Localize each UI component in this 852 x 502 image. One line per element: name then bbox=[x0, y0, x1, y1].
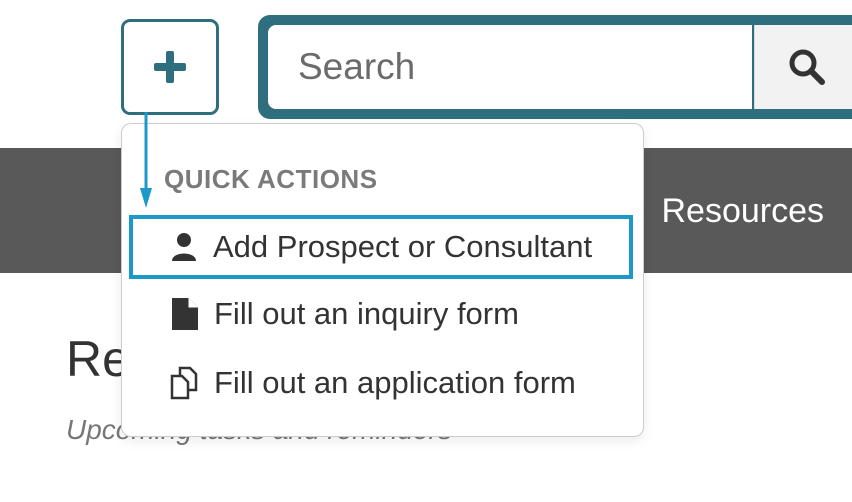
pointer-arrow-icon bbox=[140, 112, 152, 208]
menu-item-label: Fill out an inquiry form bbox=[214, 296, 519, 331]
quick-actions-menu: QUICK ACTIONS Add Prospect or Consultant… bbox=[121, 123, 644, 437]
menu-item-inquiry-form[interactable]: Fill out an inquiry form bbox=[130, 284, 630, 344]
search-icon bbox=[789, 49, 825, 85]
menu-item-add-prospect[interactable]: Add Prospect or Consultant bbox=[129, 215, 633, 279]
menu-item-label: Fill out an application form bbox=[214, 365, 576, 400]
file-icon bbox=[164, 297, 206, 331]
search-input[interactable] bbox=[268, 25, 752, 109]
user-icon bbox=[163, 232, 205, 262]
search-bar bbox=[258, 15, 852, 119]
nav-item-resources[interactable]: Resources bbox=[661, 192, 824, 231]
plus-icon bbox=[154, 51, 186, 83]
add-button[interactable] bbox=[121, 19, 219, 115]
copy-icon bbox=[164, 366, 206, 400]
search-button[interactable] bbox=[754, 25, 852, 109]
quick-actions-header: QUICK ACTIONS bbox=[164, 164, 378, 194]
menu-item-application-form[interactable]: Fill out an application form bbox=[130, 353, 630, 413]
menu-item-label: Add Prospect or Consultant bbox=[213, 229, 593, 264]
